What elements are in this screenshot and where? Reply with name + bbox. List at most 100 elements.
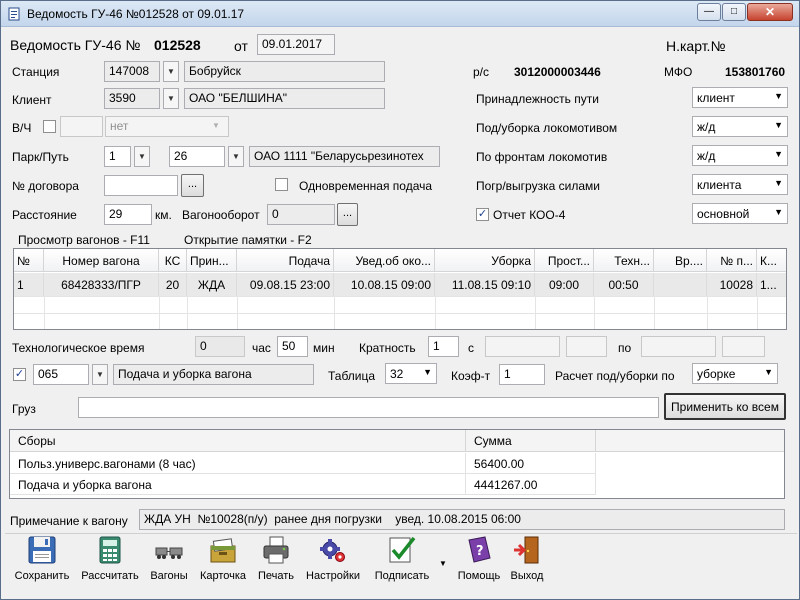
service-name-field[interactable]: Подача и уборка вагона bbox=[113, 364, 314, 385]
track-ownership-value: клиент bbox=[697, 91, 735, 105]
view-wagons-link[interactable]: Просмотр вагонов - F11 bbox=[18, 233, 150, 247]
title-bar[interactable]: Ведомость ГУ-46 №012528 от 09.01.17 — □ … bbox=[1, 1, 799, 27]
help-button[interactable]: ? Помощь bbox=[455, 534, 503, 582]
statement-date-field[interactable]: 09.01.2017 bbox=[257, 34, 335, 55]
column-header[interactable]: Уборка bbox=[435, 249, 535, 272]
contract-label: № договора bbox=[12, 179, 79, 193]
table-cell[interactable]: 1... bbox=[757, 273, 786, 296]
park-dropdown-button[interactable]: ▼ bbox=[134, 146, 150, 167]
column-header[interactable]: Вр.... bbox=[654, 249, 707, 272]
koo-report-select[interactable]: основной ▼ bbox=[692, 203, 788, 224]
service-code-field[interactable]: 065 bbox=[33, 364, 89, 385]
service-checkbox[interactable]: ✓ bbox=[13, 368, 26, 381]
path-field[interactable]: 26 bbox=[169, 146, 225, 167]
station-dropdown-button[interactable]: ▼ bbox=[163, 61, 179, 82]
front-locomotive-label: По фронтам локомотив bbox=[476, 150, 608, 164]
column-header[interactable]: Подача bbox=[237, 249, 334, 272]
table-cell[interactable]: 1 bbox=[14, 273, 44, 296]
locomotive-service-label: Под/уборка локомотивом bbox=[476, 121, 618, 135]
column-header[interactable]: Прин... bbox=[187, 249, 237, 272]
column-header[interactable]: Номер вагона bbox=[44, 249, 159, 272]
calc-by-select[interactable]: уборке ▼ bbox=[692, 363, 778, 384]
table-cell[interactable]: 00:50 bbox=[594, 273, 654, 296]
table-cell[interactable]: 10028 bbox=[707, 273, 757, 296]
column-header[interactable]: № п... bbox=[707, 249, 757, 272]
station-code-field[interactable]: 147008 bbox=[104, 61, 160, 82]
path-owner-field[interactable]: ОАО 1111 "Беларусьрезинотех bbox=[249, 146, 440, 167]
path-dropdown-button[interactable]: ▼ bbox=[228, 146, 244, 167]
note-field[interactable]: ЖДА УН №10028(п/у) ранее дня погрузки ув… bbox=[139, 509, 785, 530]
table-cell[interactable]: 68428333/ПГР bbox=[44, 273, 159, 296]
card-button[interactable]: Карточка bbox=[195, 534, 251, 582]
coefficient-field[interactable]: 1 bbox=[499, 364, 545, 385]
from-time-field[interactable] bbox=[566, 336, 607, 357]
front-locomotive-select[interactable]: ж/д ▼ bbox=[692, 145, 788, 166]
column-header[interactable]: Увед.об око... bbox=[334, 249, 435, 272]
multiplicity-field[interactable]: 1 bbox=[428, 336, 459, 357]
loading-by-select[interactable]: клиента ▼ bbox=[692, 174, 788, 195]
table-cell[interactable]: Польз.универс.вагонами (8 час) bbox=[10, 453, 466, 474]
vch-code-field[interactable] bbox=[60, 116, 103, 137]
vch-select[interactable]: нет bbox=[105, 116, 229, 137]
locomotive-service-select[interactable]: ж/д ▼ bbox=[692, 116, 788, 137]
table-cell[interactable] bbox=[654, 273, 707, 296]
column-header[interactable]: Сумма bbox=[466, 430, 596, 452]
sign-button[interactable]: Подписать bbox=[369, 534, 435, 582]
wagons-grid[interactable]: № Номер вагона КС Прин... Подача Увед.об… bbox=[13, 248, 787, 330]
koo-report-checkbox[interactable]: ✓ bbox=[476, 208, 489, 221]
table-select[interactable]: 32 ▼ bbox=[385, 363, 437, 384]
wagons-button[interactable]: Вагоны bbox=[147, 534, 191, 582]
simultaneous-checkbox[interactable] bbox=[275, 178, 288, 191]
service-dropdown-button[interactable]: ▼ bbox=[92, 364, 108, 385]
column-header[interactable]: Сборы bbox=[10, 430, 466, 452]
client-code-field[interactable]: 3590 bbox=[104, 88, 160, 109]
from-date-field[interactable] bbox=[485, 336, 560, 357]
client-name-field[interactable]: ОАО "БЕЛШИНА" bbox=[184, 88, 385, 109]
table-cell[interactable]: Подача и уборка вагона bbox=[10, 474, 466, 495]
table-cell[interactable]: ЖДА bbox=[187, 273, 237, 296]
fees-table[interactable]: Сборы Сумма Польз.универс.вагонами (8 ча… bbox=[9, 429, 785, 499]
tech-minutes-field[interactable]: 50 bbox=[277, 336, 308, 357]
settings-icon bbox=[320, 539, 345, 562]
tech-hours-field[interactable]: 0 bbox=[195, 336, 245, 357]
print-button[interactable]: Печать bbox=[253, 534, 299, 582]
table-cell[interactable]: 4441267.00 bbox=[466, 474, 596, 495]
column-header[interactable]: К... bbox=[757, 249, 786, 272]
column-header[interactable]: Прост... bbox=[535, 249, 594, 272]
column-header[interactable]: КС bbox=[159, 249, 187, 272]
column-header[interactable]: № bbox=[14, 249, 44, 272]
distance-field[interactable]: 29 bbox=[104, 204, 152, 225]
minimize-button[interactable]: — bbox=[697, 3, 721, 21]
station-name-field[interactable]: Бобруйск bbox=[184, 61, 385, 82]
to-date-field[interactable] bbox=[641, 336, 716, 357]
turnover-browse-button[interactable]: ... bbox=[337, 203, 358, 226]
track-ownership-select[interactable]: клиент ▼ bbox=[692, 87, 788, 108]
to-time-field[interactable] bbox=[722, 336, 765, 357]
cargo-field[interactable] bbox=[78, 397, 659, 418]
table-cell[interactable]: 09:00 bbox=[535, 273, 594, 296]
settings-button[interactable]: Настройки bbox=[303, 534, 363, 582]
exit-button[interactable]: Выход bbox=[505, 534, 549, 582]
save-button[interactable]: Сохранить bbox=[11, 534, 73, 582]
contract-field[interactable] bbox=[104, 175, 178, 196]
client-dropdown-button[interactable]: ▼ bbox=[163, 88, 179, 109]
table-cell[interactable]: 20 bbox=[159, 273, 187, 296]
statement-label: Ведомость ГУ-46 № bbox=[10, 37, 141, 53]
maximize-button[interactable]: □ bbox=[722, 3, 746, 21]
grid-line bbox=[334, 296, 335, 329]
table-cell[interactable]: 11.08.15 09:10 bbox=[435, 273, 535, 296]
close-button[interactable]: ✕ bbox=[747, 3, 793, 21]
calculate-button[interactable]: Рассчитать bbox=[77, 534, 143, 582]
apply-to-all-button[interactable]: Применить ко всем bbox=[664, 393, 786, 420]
open-memo-link[interactable]: Открытие памятки - F2 bbox=[184, 233, 312, 247]
sign-dropdown-arrow[interactable]: ▼ bbox=[439, 559, 447, 568]
contract-browse-button[interactable]: ... bbox=[181, 174, 204, 197]
table-cell[interactable]: 10.08.15 09:00 bbox=[334, 273, 435, 296]
vch-checkbox[interactable] bbox=[43, 120, 56, 133]
table-cell[interactable]: 09.08.15 23:00 bbox=[237, 273, 334, 296]
column-header[interactable]: Техн... bbox=[594, 249, 654, 272]
document-icon bbox=[8, 7, 20, 21]
turnover-field[interactable]: 0 bbox=[267, 204, 335, 225]
park-field[interactable]: 1 bbox=[104, 146, 131, 167]
table-cell[interactable]: 56400.00 bbox=[466, 453, 596, 474]
